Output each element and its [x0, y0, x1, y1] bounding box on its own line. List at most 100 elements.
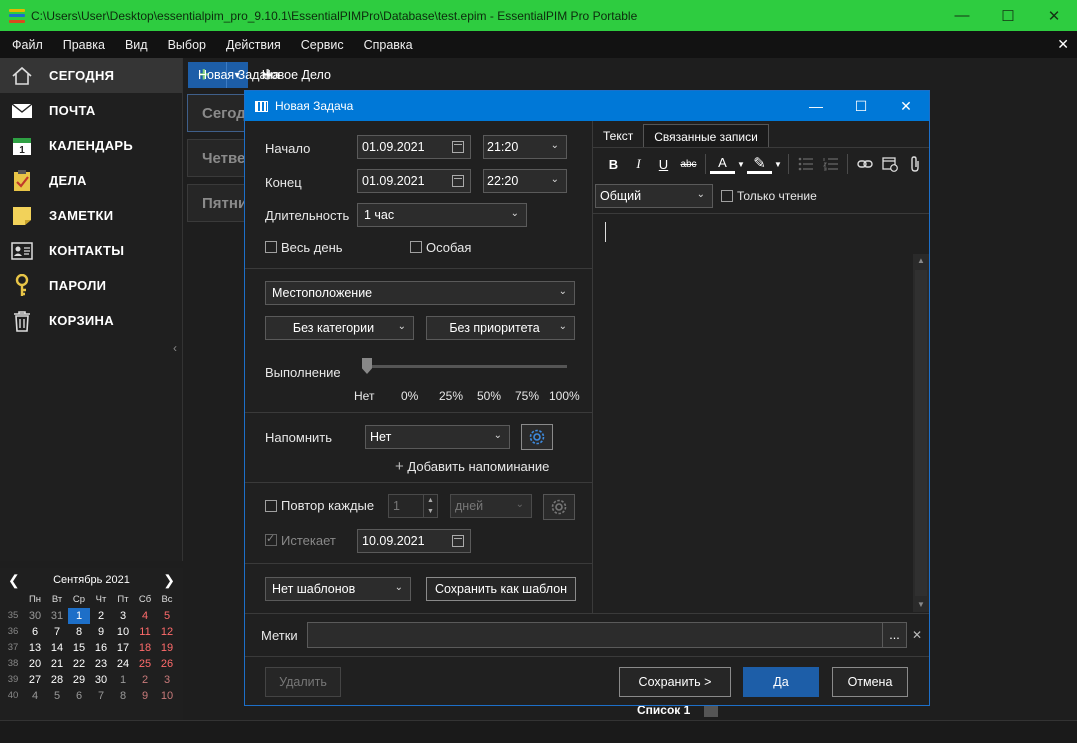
next-month-icon[interactable]: ❯	[163, 572, 175, 589]
expires-checkbox[interactable]	[265, 532, 277, 546]
menu-edit[interactable]: Правка	[51, 38, 113, 52]
special-checkbox[interactable]	[410, 241, 422, 253]
calendar-day[interactable]: 7	[90, 688, 112, 704]
tab-text[interactable]: Текст	[593, 124, 644, 148]
calendar-day[interactable]: 31	[46, 608, 68, 624]
menu-service[interactable]: Сервис	[289, 38, 352, 52]
bulleted-list-icon[interactable]	[793, 153, 818, 175]
scroll-up-icon[interactable]: ▲	[913, 254, 929, 268]
calendar-picker-icon[interactable]	[452, 141, 464, 153]
dialog-minimize-button[interactable]: —	[793, 91, 839, 121]
link-icon[interactable]	[852, 153, 877, 175]
maximize-button[interactable]: ☐	[985, 0, 1031, 31]
new-task-button[interactable]: + Новая Задача	[188, 62, 280, 88]
collapse-sidebar-icon[interactable]: ‹	[173, 341, 177, 355]
repeat-settings-button[interactable]	[543, 494, 575, 520]
strikethrough-button[interactable]: abc	[676, 153, 701, 175]
prev-month-icon[interactable]: ❮	[8, 572, 20, 589]
calendar-day[interactable]: 27	[24, 672, 46, 688]
attachment-icon[interactable]	[902, 153, 927, 175]
calendar-day[interactable]: 8	[68, 624, 90, 640]
menu-select[interactable]: Выбор	[156, 38, 214, 52]
close-button[interactable]: ✕	[1031, 0, 1077, 31]
location-select[interactable]: Местоположение ⌄	[265, 281, 575, 305]
calendar-day[interactable]: 28	[46, 672, 68, 688]
allday-checkbox[interactable]	[265, 241, 277, 253]
sidebar-item-mail[interactable]: ПОЧТА	[0, 93, 182, 128]
scroll-down-icon[interactable]: ▼	[913, 598, 929, 612]
tags-browse-button[interactable]: ...	[882, 622, 907, 648]
calendar-day[interactable]: 10	[156, 688, 178, 704]
dialog-close-button[interactable]: ✕	[883, 91, 929, 121]
sidebar-item-tasks[interactable]: ДЕЛА	[0, 163, 182, 198]
reminder-settings-button[interactable]	[521, 424, 553, 450]
calendar-day[interactable]: 10	[112, 624, 134, 640]
calendar-day-selected[interactable]: 1	[68, 608, 90, 624]
start-time-select[interactable]: 21:20 ⌄	[483, 135, 567, 159]
menu-view[interactable]: Вид	[113, 38, 156, 52]
calendar-day[interactable]: 13	[24, 640, 46, 656]
sidebar-item-passwords[interactable]: ПАРОЛИ	[0, 268, 182, 303]
editor-scrollbar[interactable]: ▲ ▼	[913, 254, 929, 612]
progress-slider-thumb[interactable]	[362, 358, 372, 374]
start-date-field[interactable]: 01.09.2021	[357, 135, 471, 159]
calendar-day[interactable]: 4	[24, 688, 46, 704]
sidebar-item-today[interactable]: СЕГОДНЯ	[0, 58, 182, 93]
calendar-day[interactable]: 24	[112, 656, 134, 672]
calendar-day[interactable]: 9	[134, 688, 156, 704]
font-color-button[interactable]: A	[710, 154, 735, 174]
calendar-day[interactable]: 30	[24, 608, 46, 624]
sidebar-item-trash[interactable]: КОРЗИНА	[0, 303, 182, 338]
calendar-day[interactable]: 19	[156, 640, 178, 656]
save-next-button[interactable]: Сохранить >	[619, 667, 731, 697]
cancel-button[interactable]: Отмена	[832, 667, 908, 697]
tab-related[interactable]: Связанные записи	[643, 124, 769, 148]
scrollbar-track[interactable]	[915, 270, 927, 596]
readonly-checkbox[interactable]	[721, 190, 733, 202]
add-reminder-link[interactable]: + Добавить напоминание	[395, 458, 549, 475]
calendar-day[interactable]: 2	[90, 608, 112, 624]
expires-date-field[interactable]: 10.09.2021	[357, 529, 471, 553]
numbered-list-icon[interactable]	[818, 153, 843, 175]
priority-select[interactable]: Без приоритета ⌄	[426, 316, 575, 340]
duration-select[interactable]: 1 час ⌄	[357, 203, 527, 227]
calendar-day[interactable]: 25	[134, 656, 156, 672]
day-card-today[interactable]: Сегодня	[187, 94, 247, 132]
calendar-day[interactable]: 5	[46, 688, 68, 704]
stepper-down-icon[interactable]: ▼	[423, 506, 437, 517]
new-case-button[interactable]: + Новое Дело	[262, 62, 331, 88]
minimize-button[interactable]: —	[939, 0, 985, 31]
calendar-day[interactable]: 23	[90, 656, 112, 672]
tags-input[interactable]	[307, 622, 907, 648]
save-template-button[interactable]: Сохранить как шаблон	[426, 577, 576, 601]
calendar-day[interactable]: 1	[112, 672, 134, 688]
category-select[interactable]: Без категории ⌄	[265, 316, 414, 340]
calendar-day[interactable]: 8	[112, 688, 134, 704]
progress-slider-track[interactable]	[363, 365, 567, 368]
repeat-checkbox[interactable]	[265, 500, 277, 512]
paragraph-style-select[interactable]: Общий ⌄	[595, 184, 713, 208]
calendar-day[interactable]: 6	[68, 688, 90, 704]
repeat-unit-select[interactable]: дней ⌄	[450, 494, 532, 518]
chevron-down-icon[interactable]: ▼	[735, 153, 747, 175]
repeat-stepper[interactable]: 1 ▲ ▼	[388, 494, 438, 518]
delete-button[interactable]: Удалить	[265, 667, 341, 697]
calendar-day[interactable]: 3	[156, 672, 178, 688]
menu-file[interactable]: Файл	[0, 38, 51, 52]
day-card-thursday[interactable]: Четверг	[187, 139, 247, 177]
bold-button[interactable]: B	[601, 153, 626, 175]
calendar-day[interactable]: 3	[112, 608, 134, 624]
chevron-down-icon[interactable]: ▼	[772, 153, 784, 175]
calendar-day[interactable]: 12	[156, 624, 178, 640]
calendar-day[interactable]: 20	[24, 656, 46, 672]
date-insert-icon[interactable]	[877, 153, 902, 175]
menu-actions[interactable]: Действия	[214, 38, 289, 52]
calendar-day[interactable]: 18	[134, 640, 156, 656]
menu-help[interactable]: Справка	[352, 38, 421, 52]
calendar-day[interactable]: 16	[90, 640, 112, 656]
calendar-day[interactable]: 15	[68, 640, 90, 656]
notes-editor[interactable]	[593, 213, 929, 613]
italic-button[interactable]: I	[626, 153, 651, 175]
ok-button[interactable]: Да	[743, 667, 819, 697]
calendar-day[interactable]: 30	[90, 672, 112, 688]
